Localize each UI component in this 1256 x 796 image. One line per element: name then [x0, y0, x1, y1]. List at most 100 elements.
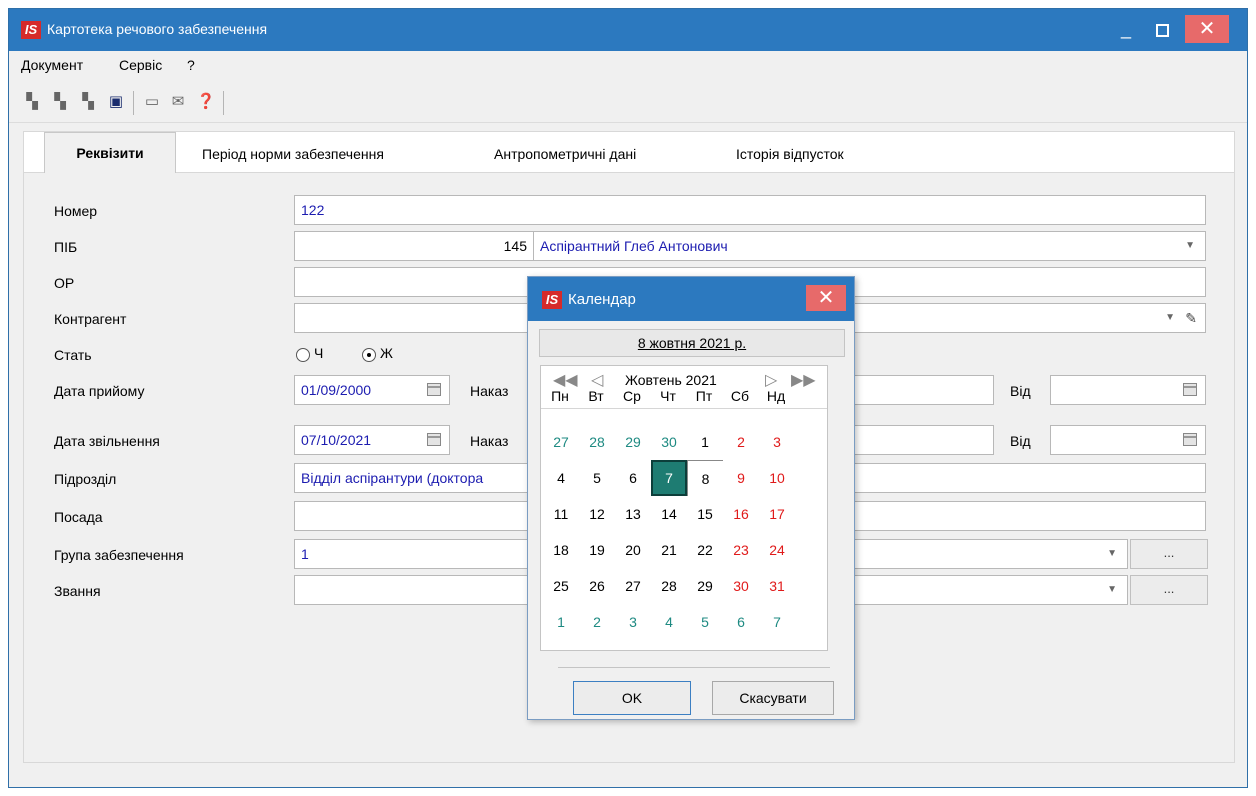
calendar-day[interactable]: 19 — [579, 532, 615, 568]
calendar-day[interactable]: 5 — [579, 460, 615, 496]
edit-doc-icon[interactable]: ▚ — [49, 91, 71, 113]
calendar-day[interactable]: 27 — [543, 424, 579, 460]
calendar-close-button[interactable]: ✕ — [806, 285, 846, 311]
next-year-icon[interactable]: ▶▶ — [791, 370, 816, 390]
close-button[interactable]: ✕ — [1185, 15, 1229, 43]
tab-bar: Реквізити Період норми забезпечення Антр… — [23, 131, 1235, 174]
tab-norm-period[interactable]: Період норми забезпечення — [202, 146, 384, 162]
calendar-day[interactable]: 4 — [651, 604, 687, 640]
calendar-day[interactable]: 7 — [759, 604, 795, 640]
calendar-day[interactable]: 21 — [651, 532, 687, 568]
calendar-day[interactable]: 7 — [651, 460, 687, 496]
gender-male-radio[interactable] — [296, 348, 310, 362]
calendar-icon[interactable] — [427, 433, 441, 446]
number-field[interactable]: 122 — [294, 195, 1206, 225]
gender-male-label: Ч — [314, 345, 324, 361]
menu-document[interactable]: Документ — [21, 57, 83, 73]
toolbar: ▚ ▚ ▚ ▣ ▭ ✉ ❓ — [9, 83, 1247, 123]
weekday-label: Сб — [730, 388, 750, 404]
next-month-icon[interactable]: ▷ — [765, 370, 777, 390]
supply-group-browse-button[interactable]: ... — [1130, 539, 1208, 569]
menu-service[interactable]: Сервіс — [119, 57, 162, 73]
pib-name-select[interactable]: Аспірантний Глеб Антонович ▼ — [533, 231, 1206, 261]
calendar-day[interactable]: 14 — [651, 496, 687, 532]
minimize-button[interactable]: _ — [1111, 15, 1141, 43]
calendar-day[interactable]: 5 — [687, 604, 723, 640]
calendar-day[interactable]: 29 — [615, 424, 651, 460]
copy-doc-icon[interactable]: ▚ — [77, 91, 99, 113]
position-label: Посада — [54, 509, 103, 525]
calendar-day[interactable]: 9 — [723, 460, 759, 496]
prev-month-icon[interactable]: ◁ — [591, 370, 603, 390]
chevron-down-icon[interactable]: ▼ — [1185, 232, 1195, 260]
maximize-button[interactable] — [1147, 15, 1177, 43]
calendar-day[interactable]: 30 — [651, 424, 687, 460]
calendar-title-bar: IS Календар ✕ — [528, 277, 854, 321]
ok-button[interactable]: OK — [573, 681, 691, 715]
hire-date-field[interactable]: 01/09/2000 — [294, 375, 450, 405]
menu-help[interactable]: ? — [187, 57, 195, 73]
prev-year-icon[interactable]: ◀◀ — [553, 370, 578, 390]
calendar-day[interactable]: 23 — [723, 532, 759, 568]
hire-order-date-field[interactable] — [1050, 375, 1206, 405]
calendar-day[interactable]: 4 — [543, 460, 579, 496]
calendar-title: Календар — [568, 291, 636, 308]
calendar-day[interactable]: 31 — [759, 568, 795, 604]
calendar-day[interactable]: 29 — [687, 568, 723, 604]
toolbar-separator — [223, 91, 224, 115]
calendar-icon[interactable] — [1183, 383, 1197, 396]
help-icon[interactable]: ❓ — [195, 91, 217, 113]
calendar-day[interactable]: 25 — [543, 568, 579, 604]
calendar-day[interactable]: 1 — [543, 604, 579, 640]
hire-date-value: 01/09/2000 — [301, 382, 372, 398]
calendar-day[interactable]: 3 — [615, 604, 651, 640]
mail-icon[interactable]: ✉ — [167, 91, 189, 113]
tab-requisites[interactable]: Реквізити — [44, 132, 176, 174]
new-doc-icon[interactable]: ▚ — [21, 91, 43, 113]
gender-female-radio[interactable] — [362, 348, 376, 362]
calendar-day[interactable]: 6 — [723, 604, 759, 640]
calendar-day[interactable]: 24 — [759, 532, 795, 568]
calendar-day[interactable]: 28 — [651, 568, 687, 604]
chevron-down-icon[interactable]: ▼ — [1165, 304, 1175, 332]
calendar-day[interactable]: 28 — [579, 424, 615, 460]
dismiss-date-field[interactable]: 07/10/2021 — [294, 425, 450, 455]
dismiss-order-date-field[interactable] — [1050, 425, 1206, 455]
pib-code-field[interactable]: 145 — [294, 231, 534, 261]
tab-vacation-history[interactable]: Історія відпусток — [736, 146, 844, 162]
edit-pencil-icon[interactable]: ✎ — [1185, 304, 1197, 332]
calendar-icon[interactable] — [1183, 433, 1197, 446]
number-label: Номер — [54, 203, 98, 219]
calendar-day[interactable]: 1 — [687, 424, 723, 460]
calendar-day[interactable]: 27 — [615, 568, 651, 604]
calendar-day[interactable]: 8 — [687, 460, 723, 496]
calendar-day[interactable]: 10 — [759, 460, 795, 496]
calendar-day[interactable]: 17 — [759, 496, 795, 532]
window-icon[interactable]: ▭ — [141, 91, 163, 113]
gender-label: Стать — [54, 347, 92, 363]
calendar-icon[interactable] — [427, 383, 441, 396]
calendar-day[interactable]: 15 — [687, 496, 723, 532]
calendar-day[interactable]: 30 — [723, 568, 759, 604]
chevron-down-icon[interactable]: ▼ — [1107, 576, 1117, 604]
tab-anthropometric[interactable]: Антропометричні дані — [494, 146, 636, 162]
calendar-day[interactable]: 3 — [759, 424, 795, 460]
save-icon[interactable]: ▣ — [105, 91, 127, 113]
calendar-day[interactable]: 12 — [579, 496, 615, 532]
chevron-down-icon[interactable]: ▼ — [1107, 540, 1117, 568]
calendar-day[interactable]: 26 — [579, 568, 615, 604]
pib-label: ПІБ — [54, 239, 78, 255]
calendar-day[interactable]: 16 — [723, 496, 759, 532]
today-link[interactable]: 8 жовтня 2021 р. — [539, 329, 845, 357]
calendar-day[interactable]: 22 — [687, 532, 723, 568]
calendar-day[interactable]: 13 — [615, 496, 651, 532]
calendar-day[interactable]: 11 — [543, 496, 579, 532]
calendar-day[interactable]: 6 — [615, 460, 651, 496]
calendar-day[interactable]: 20 — [615, 532, 651, 568]
calendar-day[interactable]: 18 — [543, 532, 579, 568]
rank-browse-button[interactable]: ... — [1130, 575, 1208, 605]
calendar-dialog: IS Календар ✕ 8 жовтня 2021 р. ◀◀ ◁ Жовт… — [527, 276, 855, 720]
calendar-day[interactable]: 2 — [579, 604, 615, 640]
calendar-day[interactable]: 2 — [723, 424, 759, 460]
cancel-button[interactable]: Скасувати — [712, 681, 834, 715]
